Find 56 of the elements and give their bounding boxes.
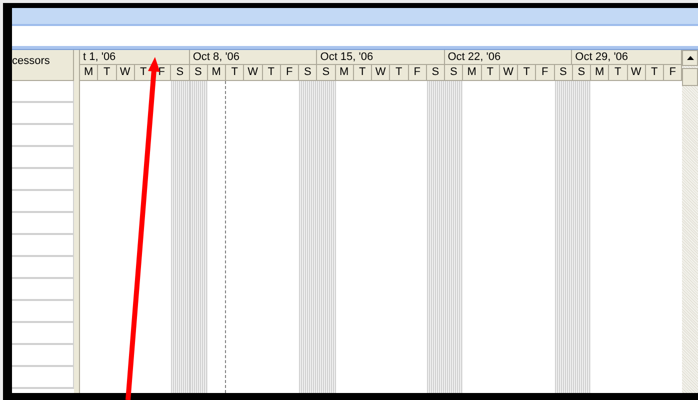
table-cell[interactable] bbox=[12, 279, 74, 301]
day-cell: S bbox=[554, 65, 573, 81]
day-cell: S bbox=[445, 65, 464, 81]
day-cell: S bbox=[317, 65, 336, 81]
timescale-cell: Oct 29, '06 bbox=[572, 50, 682, 65]
table-cell[interactable] bbox=[12, 301, 74, 323]
day-cell: S bbox=[171, 65, 190, 81]
table-cell[interactable] bbox=[12, 323, 74, 345]
day-cell: T bbox=[518, 65, 536, 81]
table-cell[interactable] bbox=[12, 367, 74, 389]
scroll-up-button[interactable] bbox=[682, 50, 698, 66]
day-cell: T bbox=[609, 65, 628, 81]
day-cell: T bbox=[98, 65, 116, 81]
table-cell[interactable] bbox=[12, 103, 74, 125]
table-cell[interactable] bbox=[12, 235, 74, 257]
table-cell[interactable] bbox=[12, 81, 74, 103]
day-cell: S bbox=[572, 65, 591, 81]
vertical-scrollbar[interactable] bbox=[682, 50, 698, 393]
timescale-cell: t 1, '06 bbox=[80, 50, 190, 65]
day-cell: T bbox=[390, 65, 408, 81]
day-cell: W bbox=[116, 65, 135, 81]
table-cell[interactable] bbox=[12, 147, 74, 169]
timescale-cell: Oct 15, '06 bbox=[317, 50, 445, 65]
day-cell: F bbox=[664, 65, 682, 81]
table-cell[interactable] bbox=[12, 125, 74, 147]
day-cell: T bbox=[354, 65, 372, 81]
day-cell: T bbox=[646, 65, 664, 81]
column-header[interactable]: cessors bbox=[12, 50, 74, 81]
timescale-cell: Oct 8, '06 bbox=[190, 50, 318, 65]
day-cell: W bbox=[244, 65, 262, 81]
day-cell: W bbox=[628, 65, 646, 81]
table-cell[interactable] bbox=[12, 191, 74, 213]
scroll-thumb[interactable] bbox=[682, 68, 698, 86]
splitter[interactable] bbox=[74, 50, 80, 393]
day-cell: F bbox=[408, 65, 427, 81]
day-cell: F bbox=[280, 65, 299, 81]
table-cell[interactable] bbox=[12, 169, 74, 191]
day-cell: M bbox=[463, 65, 482, 81]
day-cell: M bbox=[336, 65, 354, 81]
day-cell: W bbox=[372, 65, 390, 81]
day-cell: M bbox=[80, 65, 98, 81]
up-arrow-icon bbox=[686, 56, 694, 60]
table-cell[interactable] bbox=[12, 257, 74, 279]
timescale-cell: Oct 22, '06 bbox=[444, 50, 572, 65]
day-cell: T bbox=[262, 65, 281, 81]
day-cell: S bbox=[426, 65, 445, 81]
day-cell: F bbox=[536, 65, 554, 81]
table-cell[interactable] bbox=[12, 213, 74, 235]
day-cell: M bbox=[591, 65, 610, 81]
day-cell: S bbox=[299, 65, 318, 81]
day-cell: T bbox=[482, 65, 500, 81]
day-cell: T bbox=[226, 65, 244, 81]
table-cell[interactable] bbox=[12, 345, 74, 367]
day-cell: S bbox=[190, 65, 208, 81]
day-cell: M bbox=[208, 65, 226, 81]
day-cell: W bbox=[500, 65, 518, 81]
